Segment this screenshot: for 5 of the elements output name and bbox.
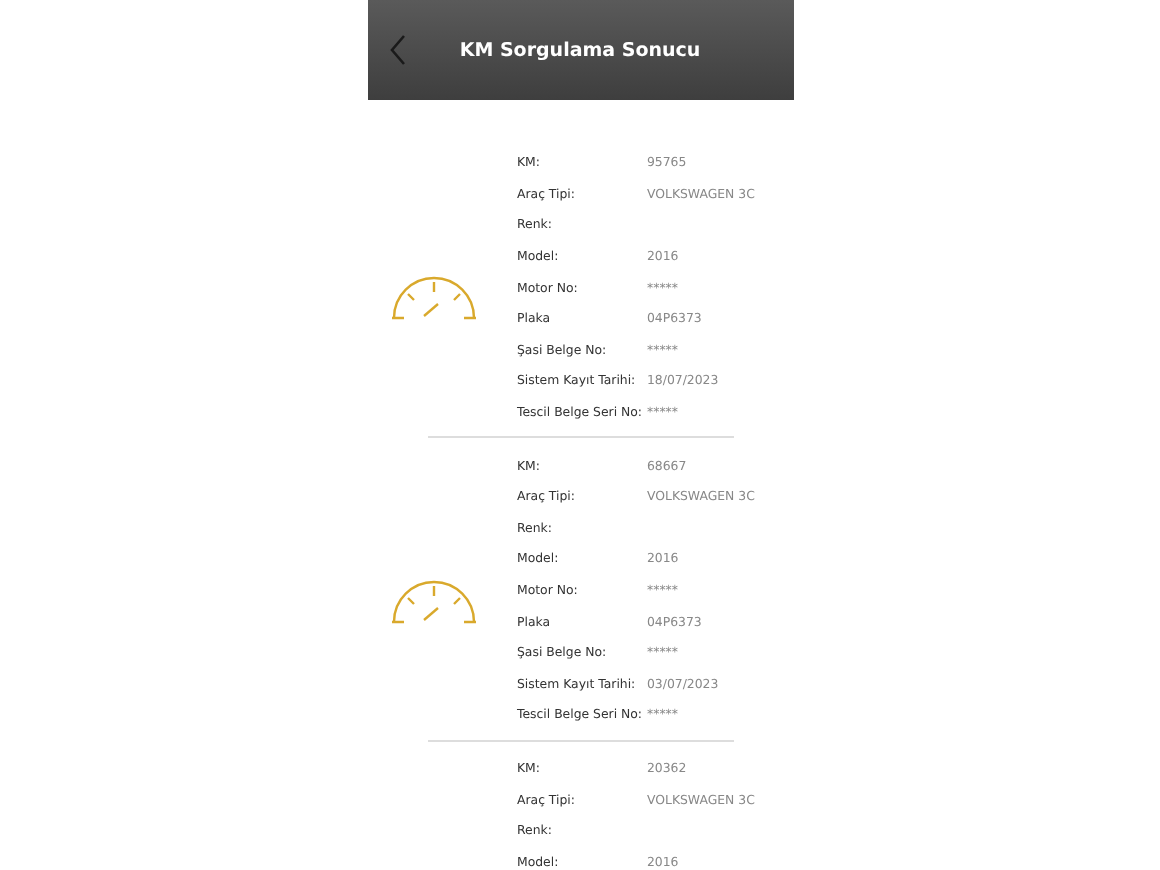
page-title: KM Sorgulama Sonucu — [457, 39, 703, 61]
speedometer-icon — [390, 577, 478, 626]
back-icon — [387, 34, 407, 66]
back-button[interactable] — [387, 34, 407, 66]
speedometer-icon — [390, 274, 478, 323]
